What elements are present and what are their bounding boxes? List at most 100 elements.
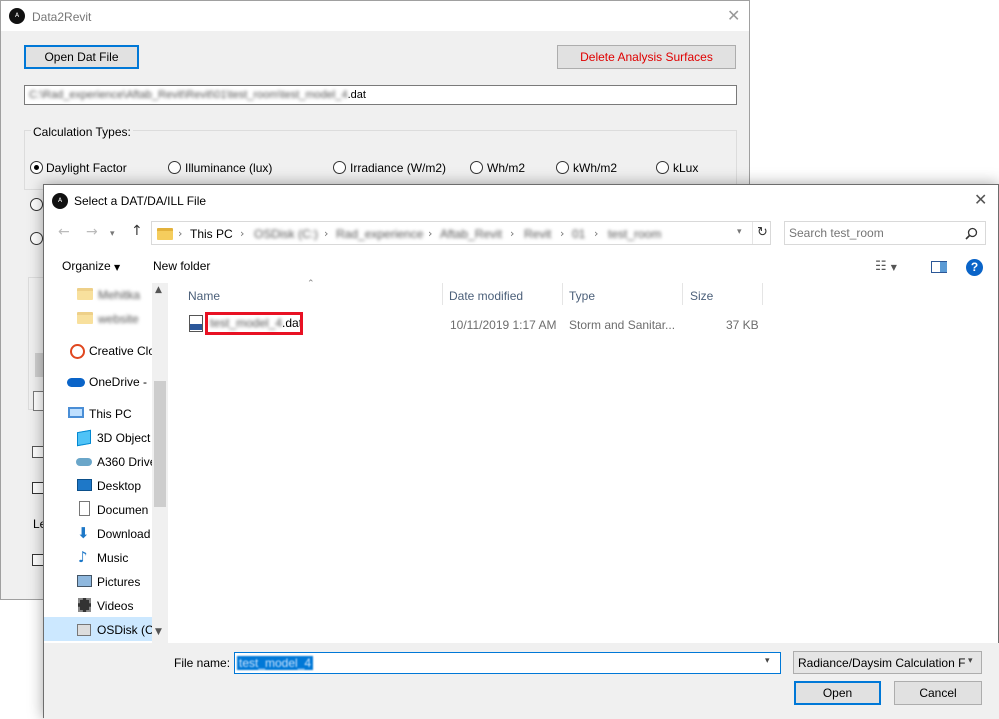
column-type[interactable]: Type [569,289,595,303]
radio-hidden-2[interactable] [30,232,43,245]
nav-scrollbar[interactable]: ▲ ▼ [152,283,168,643]
nav-item-downloads[interactable]: Download [97,527,150,541]
folder-icon [77,288,93,300]
scroll-down-icon[interactable]: ▼ [155,627,162,637]
refresh-icon[interactable]: ↻ [757,225,768,240]
preview-pane-icon[interactable] [931,261,947,273]
nav-item-osdisk[interactable]: OSDisk (C [97,623,154,637]
breadcrumb-this-pc[interactable]: This PC [190,227,233,241]
radio-kwh-m2[interactable] [556,161,569,174]
breadcrumb-rad-experience[interactable]: Rad_experience [336,227,423,241]
chevron-down-icon[interactable]: ▾ [765,656,770,666]
file-path-blurred: C:\Rad_experience\Aftab_Revit\Revit\01\t… [29,89,348,101]
filter-label: Radiance/Daysim Calculation F [798,656,966,670]
radio-label: Wh/m2 [487,161,526,175]
close-icon[interactable]: ✕ [727,6,740,25]
organize-button[interactable]: Organize ▼ [62,259,120,273]
back-arrow-icon[interactable]: ← [58,224,70,240]
downloads-icon: ⬇ [77,524,90,542]
3d-objects-icon [77,429,91,447]
nav-item-pictures[interactable]: Pictures [97,575,140,589]
search-icon [965,227,978,240]
dat-file-icon [189,315,203,332]
radio-label: Illuminance (lux) [185,161,273,175]
nav-item-this-pc[interactable]: This PC [89,407,132,421]
radio-klux[interactable] [656,161,669,174]
disk-icon [77,624,91,636]
column-divider [562,283,563,305]
nav-item[interactable]: Mehitka [98,288,140,302]
select-file-dialog: A Select a DAT/DA/ILL File ✕ ← → ▾ ↑ › T… [43,184,999,719]
dialog-close-icon[interactable]: ✕ [974,190,987,209]
file-size: 37 KB [726,318,759,332]
file-row[interactable]: test_model_4.dat 10/11/2019 1:17 AM Stor… [184,311,784,337]
nav-scrollbar-thumb[interactable] [154,381,166,507]
up-arrow-icon[interactable]: ↑ [131,223,143,239]
radio-label: kWh/m2 [573,161,618,175]
file-path-field[interactable]: C:\Rad_experience\Aftab_Revit\Revit\01\t… [24,85,737,105]
forward-arrow-icon[interactable]: → [86,224,98,240]
nav-item[interactable]: website [98,312,139,326]
search-box[interactable] [784,221,986,245]
file-ext: .dat [282,316,303,330]
chevron-right-icon: › [240,227,245,240]
calc-types-label: Calculation Types: [31,125,133,139]
breadcrumb-osdisk[interactable]: OSDisk (C:) [254,227,318,241]
chevron-right-icon: › [510,227,515,240]
column-name[interactable]: Name [188,289,220,303]
dialog-app-icon: A [52,193,68,209]
delete-analysis-surfaces-button[interactable]: Delete Analysis Surfaces [557,45,736,69]
nav-item-desktop[interactable]: Desktop [97,479,141,493]
file-name-input[interactable]: test_model_4 ▾ [234,652,781,674]
file-type: Storm and Sanitar... [569,318,676,332]
address-bar[interactable]: › This PC › OSDisk (C:) › Rad_experience… [151,221,771,245]
open-button[interactable]: Open [794,681,881,705]
breadcrumb-test-room[interactable]: test_room [608,227,661,241]
new-folder-button[interactable]: New folder [153,259,210,273]
scroll-up-icon[interactable]: ▲ [155,285,162,295]
nav-item-3d-objects[interactable]: 3D Object [97,431,150,445]
nav-item-documents[interactable]: Documen [97,503,148,517]
file-name-cell[interactable]: test_model_4.dat [205,312,303,335]
radio-irradiance[interactable] [333,161,346,174]
recent-locations-icon[interactable]: ▾ [110,229,115,239]
open-dat-file-button[interactable]: Open Dat File [24,45,139,69]
chevron-right-icon: › [560,227,565,240]
file-type-filter[interactable]: Radiance/Daysim Calculation F ▾ [793,651,982,674]
radio-wh-m2[interactable] [470,161,483,174]
nav-item-a360-drive[interactable]: A360 Drive [97,455,156,469]
help-icon[interactable]: ? [966,259,983,276]
main-window-title: Data2Revit [32,10,92,24]
main-titlebar: A Data2Revit ✕ [1,1,749,31]
breadcrumb-01[interactable]: 01 [572,227,585,241]
radio-label: Daylight Factor [46,161,127,175]
chevron-right-icon: › [428,227,433,240]
sort-arrow-icon: ⌃ [307,279,315,289]
nav-item-creative-cloud[interactable]: Creative Clo [89,344,155,358]
search-input[interactable] [789,224,959,242]
radio-label: Irradiance (W/m2) [350,161,447,175]
breadcrumb-aftab-revit[interactable]: Aftab_Revit [440,227,502,241]
column-divider [762,283,763,305]
a360-drive-icon [76,458,92,466]
radio-illuminance[interactable] [168,161,181,174]
radio-hidden-1[interactable] [30,198,43,211]
breadcrumb-revit[interactable]: Revit [524,227,551,241]
nav-item-onedrive[interactable]: OneDrive - [89,375,147,389]
file-name-value: test_model_4 [237,656,314,670]
navigation-pane: Mehitka website Creative Clo OneDrive - … [44,283,168,643]
nav-item-music[interactable]: Music [97,551,128,565]
nav-item-videos[interactable]: Videos [97,599,133,613]
desktop-icon [77,479,92,491]
view-options-icon[interactable]: ☷ ▼ [875,259,897,274]
radio-daylight-factor[interactable] [30,161,43,174]
folder-icon [77,312,93,324]
chevron-right-icon: › [178,227,183,240]
computer-icon [68,407,84,418]
column-date-modified[interactable]: Date modified [449,289,523,303]
app-logo-icon: A [9,8,25,24]
cancel-button[interactable]: Cancel [894,681,982,705]
column-size[interactable]: Size [690,289,713,303]
chevron-down-icon[interactable]: ▾ [737,227,742,237]
chevron-right-icon: › [324,227,329,240]
